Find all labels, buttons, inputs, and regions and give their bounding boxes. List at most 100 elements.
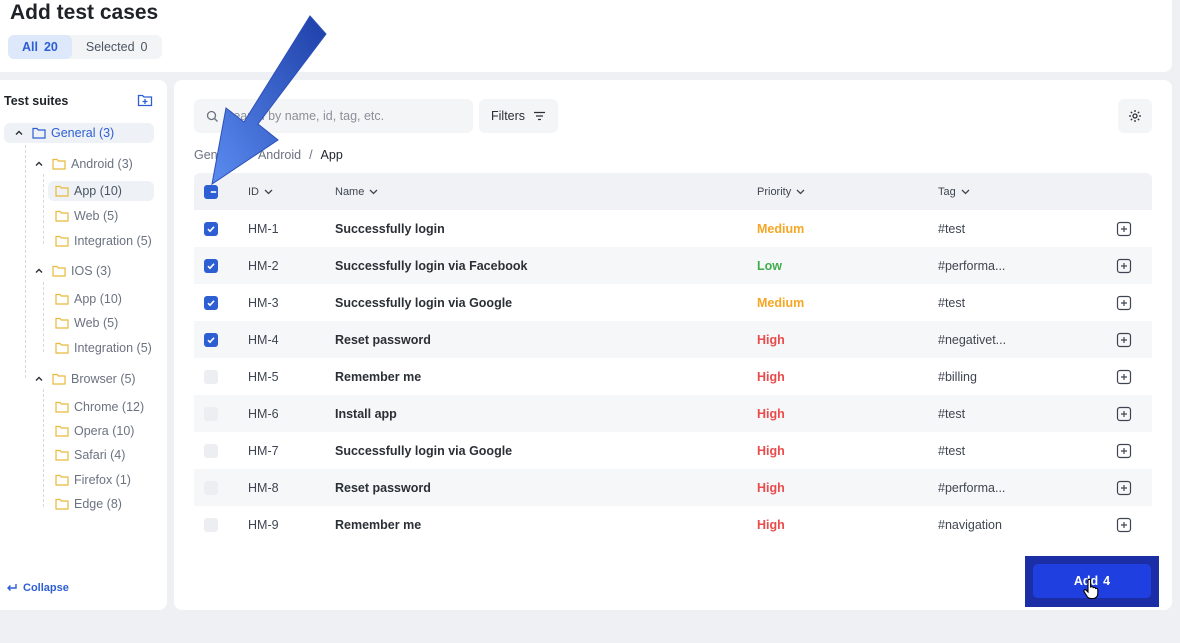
filters-button[interactable]: Filters	[479, 99, 559, 133]
tab-all-label: All	[22, 40, 38, 54]
tree-item-ios-app[interactable]: App (10)	[55, 289, 122, 309]
cell-tag: #billing	[938, 369, 977, 384]
row-checkbox[interactable]	[204, 332, 218, 347]
tree-item-label: General (3)	[51, 126, 115, 140]
tab-selected[interactable]: Selected 0	[72, 35, 162, 59]
folder-icon	[55, 210, 69, 222]
table-row[interactable]: HM-9 Remember me High #navigation	[194, 506, 1152, 543]
collapse-button[interactable]: Collapse	[6, 582, 69, 594]
table-row[interactable]: HM-3 Successfully login via Google Medium #…	[194, 284, 1152, 321]
cell-priority: High	[757, 369, 785, 384]
cell-priority: High	[757, 517, 785, 532]
filter-tabs: All 20 Selected 0	[8, 35, 162, 59]
tree-item-label: Web (5)	[74, 316, 119, 330]
row-checkbox[interactable]	[204, 369, 218, 384]
add-button-count: 4	[1103, 574, 1111, 588]
tab-all[interactable]: All 20	[8, 35, 72, 59]
folder-icon	[52, 265, 66, 277]
row-checkbox[interactable]	[204, 295, 218, 310]
cell-tag: #test	[938, 221, 966, 236]
cell-id: HM-8	[248, 480, 279, 495]
row-checkbox[interactable]	[204, 258, 218, 273]
tree-item-android-app[interactable]: App (10)	[48, 181, 154, 201]
plus-square-icon[interactable]	[1116, 517, 1132, 533]
chevron-up-icon[interactable]	[34, 266, 44, 276]
row-checkbox[interactable]	[204, 480, 218, 495]
table-row[interactable]: HM-6 Install app High #test	[194, 395, 1152, 432]
cell-name: Successfully login via Facebook	[335, 258, 528, 273]
tree-guide	[25, 145, 26, 378]
collapse-label: Collapse	[23, 582, 69, 594]
header-panel: Add test cases All 20 Selected 0	[0, 0, 1172, 72]
tree-guide	[43, 389, 44, 507]
row-checkbox[interactable]	[204, 221, 218, 236]
tree-item-label: App (10)	[74, 292, 122, 306]
tree-item-label: Firefox (1)	[74, 473, 131, 487]
cell-name: Successfully login via Google	[335, 443, 513, 458]
tree-guide	[43, 282, 44, 352]
tree-item-ios[interactable]: IOS (3)	[34, 261, 111, 281]
plus-square-icon[interactable]	[1116, 332, 1132, 348]
plus-square-icon[interactable]	[1116, 406, 1132, 422]
chevron-up-icon[interactable]	[14, 128, 24, 138]
column-header-tag[interactable]: Tag	[938, 186, 970, 198]
tree-item-android[interactable]: Android (3)	[34, 154, 133, 174]
table-row[interactable]: HM-7 Successfully login via Google High #te…	[194, 432, 1152, 469]
cell-name: Install app	[335, 406, 397, 421]
column-header-name[interactable]: Name	[335, 186, 378, 198]
test-cases-table: ID Name Priority Tag HM-1 Successfully lo…	[194, 173, 1152, 543]
tree-item-browser[interactable]: Browser (5)	[34, 369, 136, 389]
cell-priority: High	[757, 443, 785, 458]
folder-plus-icon[interactable]	[137, 92, 153, 108]
tree-item-ios-integration[interactable]: Integration (5)	[55, 338, 152, 358]
cell-tag: #performa...	[938, 258, 1006, 273]
cell-name: Remember me	[335, 517, 422, 532]
cell-id: HM-9	[248, 517, 279, 532]
cell-id: HM-1	[248, 221, 279, 236]
tree-item-label: Edge (8)	[74, 497, 122, 511]
table-row[interactable]: HM-1 Successfully login Medium #test	[194, 210, 1152, 247]
check-icon	[207, 299, 215, 306]
settings-button[interactable]	[1118, 99, 1152, 133]
chevron-up-icon[interactable]	[34, 159, 44, 169]
folder-icon	[55, 425, 69, 437]
tree-item-label: IOS (3)	[71, 264, 112, 278]
plus-square-icon[interactable]	[1116, 443, 1132, 459]
tree-item-browser-firefox[interactable]: Firefox (1)	[55, 470, 131, 490]
cell-tag: #negativet...	[938, 332, 1007, 347]
row-checkbox[interactable]	[204, 443, 218, 458]
cell-tag: #performa...	[938, 480, 1006, 495]
check-icon	[207, 336, 215, 343]
column-header-label: Priority	[757, 185, 792, 198]
cell-name: Reset password	[335, 480, 431, 495]
tree-item-browser-opera[interactable]: Opera (10)	[55, 421, 134, 441]
tree-item-browser-chrome[interactable]: Chrome (12)	[55, 397, 144, 417]
page-title: Add test cases	[10, 1, 159, 24]
table-row[interactable]: HM-2 Successfully login via Facebook Low #p…	[194, 247, 1152, 284]
tree-item-label: Safari (4)	[74, 448, 126, 462]
tree-item-ios-web[interactable]: Web (5)	[55, 313, 118, 333]
row-checkbox[interactable]	[204, 406, 218, 421]
table-row[interactable]: HM-5 Remember me High #billing	[194, 358, 1152, 395]
plus-square-icon[interactable]	[1116, 295, 1132, 311]
cell-name: Remember me	[335, 369, 422, 384]
tree-item-android-integration[interactable]: Integration (5)	[55, 231, 152, 251]
tree-item-browser-edge[interactable]: Edge (8)	[55, 494, 122, 514]
plus-square-icon[interactable]	[1116, 258, 1132, 274]
tree-item-general[interactable]: General (3)	[4, 123, 154, 143]
plus-square-icon[interactable]	[1116, 369, 1132, 385]
row-checkbox[interactable]	[204, 517, 218, 532]
cell-priority: Low	[757, 258, 782, 273]
chevron-down-icon	[796, 189, 805, 194]
chevron-up-icon[interactable]	[34, 374, 44, 384]
tree-item-android-web[interactable]: Web (5)	[55, 206, 118, 226]
plus-square-icon[interactable]	[1116, 480, 1132, 496]
tree-item-browser-safari[interactable]: Safari (4)	[55, 445, 125, 465]
folder-icon	[55, 317, 69, 329]
folder-icon	[55, 235, 69, 247]
column-header-priority[interactable]: Priority	[757, 186, 805, 198]
plus-square-icon[interactable]	[1116, 221, 1132, 237]
table-row[interactable]: HM-8 Reset password High #performa...	[194, 469, 1152, 506]
tab-selected-count: 0	[140, 40, 148, 54]
table-row[interactable]: HM-4 Reset password High #negativet...	[194, 321, 1152, 358]
